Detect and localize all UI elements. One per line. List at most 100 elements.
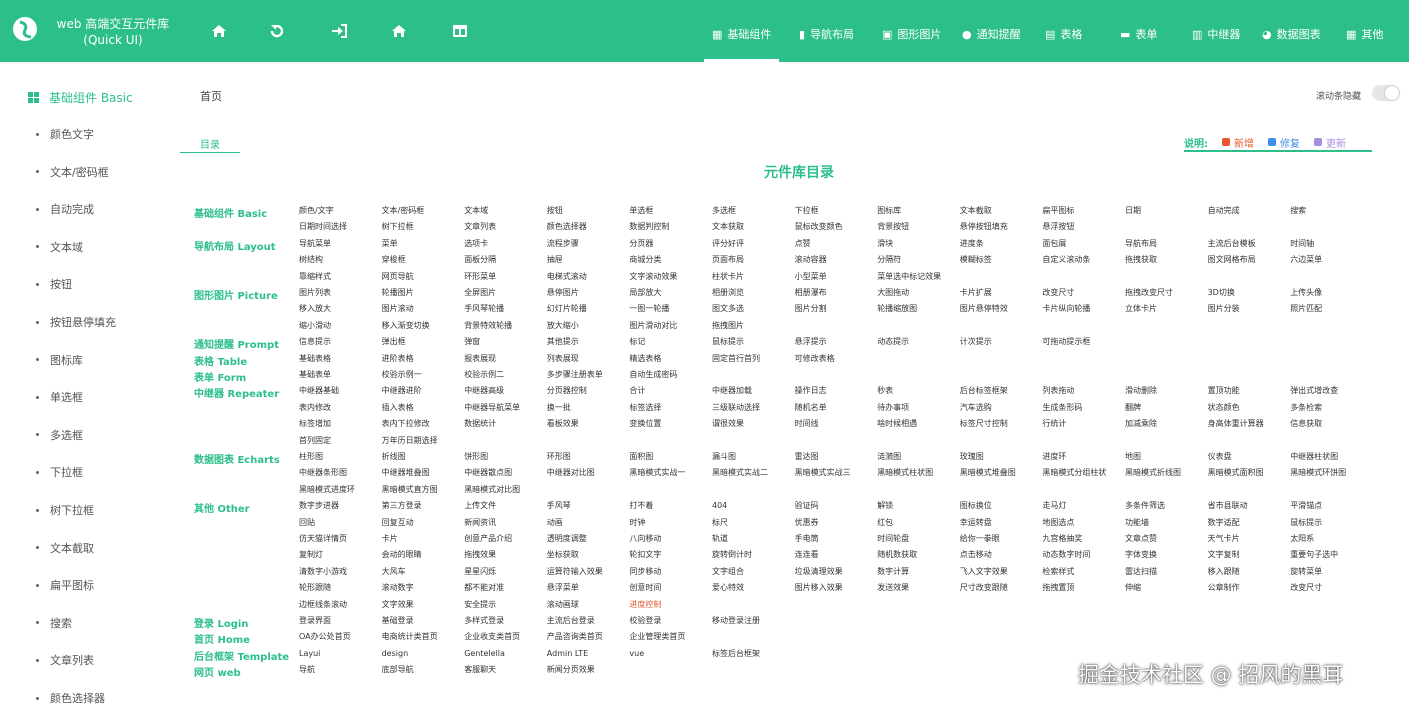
catalog-item[interactable]: 标签尺寸控制 bbox=[960, 419, 1008, 429]
catalog-item[interactable]: 标记 bbox=[629, 337, 645, 347]
catalog-item[interactable]: 图文网格布局 bbox=[1208, 255, 1256, 265]
catalog-item[interactable]: 文本截取 bbox=[960, 206, 992, 216]
catalog-item[interactable]: 中继器进阶 bbox=[382, 386, 422, 396]
catalog-item[interactable]: 黑暗模式对比图 bbox=[464, 485, 520, 495]
catalog-item[interactable]: 客服聊天 bbox=[464, 665, 496, 675]
catalog-item[interactable]: 其他提示 bbox=[547, 337, 579, 347]
catalog-item[interactable]: 靠缩样式 bbox=[299, 272, 331, 282]
nav-menu-picture[interactable]: ▣ 图形图片 bbox=[882, 26, 941, 42]
sidebar-item[interactable]: 按钮 bbox=[36, 276, 72, 292]
catalog-item[interactable]: 主流后台登录 bbox=[547, 616, 595, 626]
catalog-item[interactable]: 第三方登录 bbox=[382, 501, 422, 511]
catalog-item[interactable]: 换一批 bbox=[547, 403, 571, 413]
nav-menu-echarts[interactable]: ◕ 数据图表 bbox=[1262, 26, 1321, 42]
catalog-item[interactable]: 九宫格抽奖 bbox=[1042, 534, 1082, 544]
catalog-item[interactable]: 缩小滑动 bbox=[299, 321, 331, 331]
catalog-item[interactable]: design bbox=[382, 649, 409, 659]
catalog-item[interactable]: 中继器柱状图 bbox=[1290, 452, 1338, 462]
catalog-item[interactable]: 旋转倒计时 bbox=[712, 550, 752, 560]
sidebar-item[interactable]: 颜色选择器 bbox=[36, 690, 105, 706]
catalog-item[interactable]: 透明度调整 bbox=[547, 534, 587, 544]
catalog-item[interactable]: 手风琴轮播 bbox=[464, 304, 504, 314]
catalog-item[interactable]: 仪表盘 bbox=[1208, 452, 1232, 462]
catalog-item[interactable]: 标签选择 bbox=[629, 403, 661, 413]
catalog-item[interactable]: 校验登录 bbox=[629, 616, 661, 626]
catalog-item[interactable]: 企业管理类首页 bbox=[629, 632, 685, 642]
nav-menu-form[interactable]: ▬ 表单 bbox=[1120, 26, 1157, 42]
catalog-item[interactable]: 进阶表格 bbox=[382, 354, 414, 364]
catalog-item[interactable]: 身高体重计算器 bbox=[1208, 419, 1264, 429]
catalog-item[interactable]: 下拉框 bbox=[795, 206, 819, 216]
catalog-item[interactable]: 标尺 bbox=[712, 518, 728, 528]
catalog-item[interactable]: 中继器条形图 bbox=[299, 468, 347, 478]
catalog-item[interactable]: 走马灯 bbox=[1042, 501, 1066, 511]
catalog-item[interactable]: Layui bbox=[299, 649, 320, 659]
catalog-item[interactable]: 加减乘除 bbox=[1125, 419, 1157, 429]
catalog-item[interactable]: 验证码 bbox=[795, 501, 819, 511]
catalog-item[interactable]: 多样式登录 bbox=[464, 616, 504, 626]
catalog-item[interactable]: 伸缩 bbox=[1125, 583, 1141, 593]
catalog-item[interactable]: 计次提示 bbox=[960, 337, 992, 347]
catalog-item[interactable]: 拖拽改变尺寸 bbox=[1125, 288, 1173, 298]
catalog-item[interactable]: 图片分装 bbox=[1208, 304, 1240, 314]
sidebar-item[interactable]: 颜色文字 bbox=[36, 126, 94, 142]
sidebar-item[interactable]: 多选框 bbox=[36, 427, 83, 443]
catalog-item[interactable]: 轮形跟随 bbox=[299, 583, 331, 593]
catalog-item[interactable]: 鼠标改变颜色 bbox=[795, 222, 843, 232]
catalog-item[interactable]: 插入表格 bbox=[382, 403, 414, 413]
catalog-item[interactable]: 拖拽效果 bbox=[464, 550, 496, 560]
catalog-item[interactable]: 多条检索 bbox=[1290, 403, 1322, 413]
catalog-item[interactable]: 模糊标签 bbox=[960, 255, 992, 265]
catalog-item[interactable]: 滑动删除 bbox=[1125, 386, 1157, 396]
nav-menu-other[interactable]: ▦ 其他 bbox=[1346, 26, 1383, 42]
catalog-item[interactable]: 按钮 bbox=[547, 206, 563, 216]
catalog-item[interactable]: 精选表格 bbox=[629, 354, 661, 364]
catalog-item[interactable]: 分隔符 bbox=[877, 255, 901, 265]
catalog-item[interactable]: 登录界面 bbox=[299, 616, 331, 626]
catalog-item[interactable]: 黑暗模式折线图 bbox=[1125, 468, 1181, 478]
sidebar-item[interactable]: 下拉框 bbox=[36, 464, 83, 480]
catalog-item[interactable]: 表内下拉修改 bbox=[382, 419, 430, 429]
catalog-item[interactable]: 中继器导航菜单 bbox=[464, 403, 520, 413]
catalog-item[interactable]: 移入渐变切换 bbox=[382, 321, 430, 331]
catalog-category[interactable]: 通知提醒 Prompt bbox=[194, 336, 279, 351]
catalog-item[interactable]: 时钟 bbox=[629, 518, 645, 528]
catalog-item[interactable]: 校验示例二 bbox=[464, 370, 504, 380]
catalog-category[interactable]: 基础组件 Basic bbox=[194, 205, 267, 220]
catalog-item[interactable]: 多步骤注册表单 bbox=[547, 370, 603, 380]
nav-menu-layout[interactable]: ▮ 导航布局 bbox=[799, 26, 854, 42]
catalog-item[interactable]: 底部导航 bbox=[382, 665, 414, 675]
catalog-item[interactable]: 进度环 bbox=[1042, 452, 1066, 462]
catalog-item[interactable]: 大风车 bbox=[382, 567, 406, 577]
catalog-category[interactable]: 登录 Login bbox=[194, 615, 248, 630]
catalog-item[interactable]: 图片悬停特效 bbox=[960, 304, 1008, 314]
catalog-item[interactable]: 文本获取 bbox=[712, 222, 744, 232]
catalog-item[interactable]: 八向移动 bbox=[629, 534, 661, 544]
catalog-item[interactable]: 企业收支类首页 bbox=[464, 632, 520, 642]
catalog-item[interactable]: 穿梭框 bbox=[382, 255, 406, 265]
catalog-item[interactable]: 文字滚动效果 bbox=[629, 272, 677, 282]
catalog-item[interactable]: 拖拽获取 bbox=[1125, 255, 1157, 265]
catalog-item[interactable]: 分页器控制 bbox=[547, 386, 587, 396]
catalog-category[interactable]: 首页 Home bbox=[194, 631, 250, 646]
catalog-item[interactable]: 固定首行首列 bbox=[712, 354, 760, 364]
catalog-item[interactable]: 检索样式 bbox=[1042, 567, 1074, 577]
catalog-item[interactable]: 图片滑动对比 bbox=[629, 321, 677, 331]
catalog-item[interactable]: 轮扣文字 bbox=[629, 550, 661, 560]
catalog-item[interactable]: 飞入文字效果 bbox=[960, 567, 1008, 577]
catalog-item[interactable]: 基础表格 bbox=[299, 354, 331, 364]
catalog-item[interactable]: 悬浮按钮 bbox=[1042, 222, 1074, 232]
catalog-item[interactable]: 标签增加 bbox=[299, 419, 331, 429]
catalog-item[interactable]: 秒表 bbox=[877, 386, 893, 396]
catalog-item[interactable]: 图片列表 bbox=[299, 288, 331, 298]
catalog-item[interactable]: 多条件筛选 bbox=[1125, 501, 1165, 511]
catalog-item[interactable]: 可拖动提示框 bbox=[1042, 337, 1090, 347]
catalog-category[interactable]: 数据图表 Echarts bbox=[194, 451, 280, 466]
sidebar-item[interactable]: 文本域 bbox=[36, 239, 83, 255]
catalog-item[interactable]: 改变尺寸 bbox=[1042, 288, 1074, 298]
catalog-item[interactable]: 天气卡片 bbox=[1208, 534, 1240, 544]
catalog-item[interactable]: 黑暗模式环饼图 bbox=[1290, 468, 1346, 478]
catalog-category[interactable]: 表格 Table bbox=[194, 353, 247, 368]
catalog-item[interactable]: 相册瀑布 bbox=[795, 288, 827, 298]
catalog-category[interactable]: 导航布局 Layout bbox=[194, 238, 276, 253]
